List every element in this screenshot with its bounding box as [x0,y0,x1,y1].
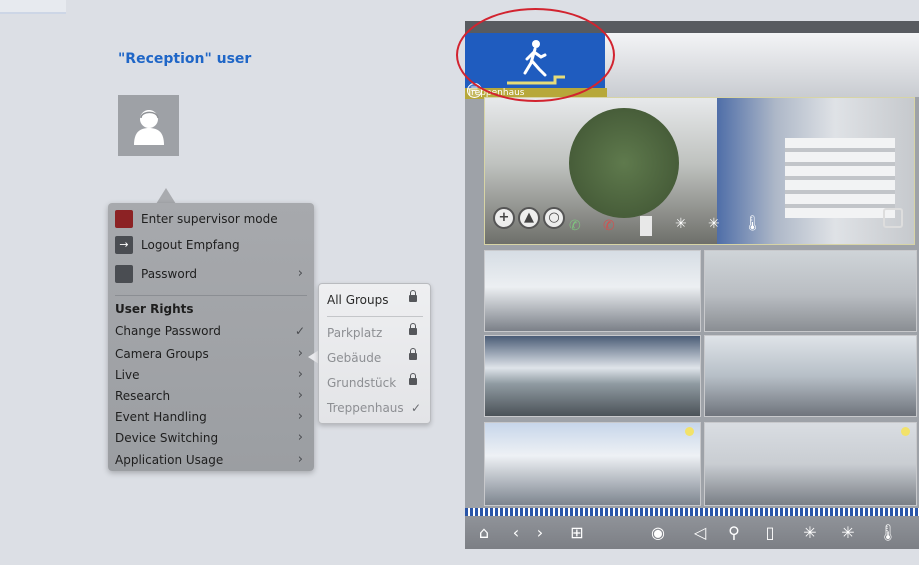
light-icon[interactable]: ✳ [675,216,687,232]
menu-item-label: Event Handling [115,410,207,424]
submenu-item-label: Gebäude [327,351,382,365]
camera-dome-icon[interactable]: ◉ [645,516,671,549]
submenu-item-label: Parkplatz [327,326,383,340]
submenu-item-parkplatz[interactable]: Parkplatz [327,323,423,342]
door-icon[interactable]: ▯ [759,516,781,549]
fullscreen-icon[interactable] [883,208,903,228]
submenu-item-gebaeude[interactable]: Gebäude [327,348,423,367]
submenu-item-label: All Groups [327,293,389,307]
submenu-item-all-groups[interactable]: All Groups [327,290,423,309]
home-icon[interactable]: ⌂ [471,516,497,549]
menu-item-camera-groups[interactable]: Camera Groups › [115,344,307,364]
camera-view-1[interactable] [484,250,701,332]
chevron-right-icon: › [297,367,303,382]
phone-accept-icon[interactable]: ✆ [569,218,581,234]
event-indicator [901,427,910,436]
chevron-right-icon: › [297,388,303,403]
timeline-bar[interactable] [465,508,919,516]
logout-icon: → [115,236,133,254]
camera-toolbar: ⌂ ‹ › ⊞ ◉ ◁ ⚲ ▯ ✳ ✳ 🌡 [465,516,919,549]
forward-icon[interactable]: › [531,516,549,549]
record-icon[interactable]: ○ [543,207,565,229]
menu-item-supervisor[interactable]: Enter supervisor mode [115,209,307,229]
speaker-icon[interactable]: ◁ [689,516,711,549]
thermometer-icon[interactable]: 🌡 [743,214,762,232]
light-off-icon[interactable]: ✳ [837,516,859,549]
chevron-right-icon: › [297,346,303,361]
checkmark-icon: ✓ [294,324,305,338]
submenu-divider [327,316,423,317]
menu-item-label: Live [115,368,140,382]
window-tab [0,0,66,14]
menu-item-logout[interactable]: → Logout Empfang [115,235,307,255]
lock-icon [115,265,133,283]
menu-item-event-handling[interactable]: Event Handling › [115,407,307,427]
thermometer-icon[interactable]: 🌡 [877,516,899,549]
camera-view-6[interactable] [704,422,917,506]
camera-view-2[interactable] [704,250,917,332]
submenu-item-label: Treppenhaus [327,401,404,415]
supervisor-icon [115,210,133,228]
user-silhouette-icon [134,110,164,145]
camera-view-4[interactable] [704,335,917,417]
phone-hangup-icon[interactable]: ✆ [603,218,615,234]
chevron-right-icon: › [297,409,303,424]
menu-item-label: Password [141,267,198,281]
lock-icon [409,348,417,360]
section-user-rights: User Rights [115,299,307,319]
event-indicator [685,427,694,436]
menu-item-device-switching[interactable]: Device Switching › [115,428,307,448]
menu-item-label: Camera Groups [115,347,209,361]
chevron-right-icon: › [297,452,303,467]
menu-item-label: Device Switching [115,431,219,445]
section-title: User Rights [115,302,194,316]
submenu-item-grundstueck[interactable]: Grundstück [327,373,423,392]
lock-icon [409,290,417,302]
checkmark-icon: ✓ [410,401,421,415]
menu-item-change-password[interactable]: Change Password ✓ [115,321,307,341]
menu-item-live[interactable]: Live › [115,365,307,385]
menu-item-label: Research [115,389,171,403]
menu-item-application-usage[interactable]: Application Usage › [115,450,307,470]
menu-item-label: Logout Empfang [141,238,240,252]
camera-groups-submenu: All Groups Parkplatz Gebäude Grundstück … [318,283,431,424]
user-title: "Reception" user [118,51,252,67]
microphone-icon[interactable]: ⚲ [723,516,745,549]
chevron-right-icon: › [297,430,303,445]
light-off-icon[interactable]: ✳ [708,216,720,232]
ptz-icon[interactable]: ▲ [518,207,540,229]
camera-view-5[interactable] [484,422,701,506]
chevron-right-icon: › [297,266,303,281]
submenu-item-treppenhaus[interactable]: Treppenhaus ✓ [327,399,423,417]
menu-pointer [156,188,176,204]
menu-item-label: Enter supervisor mode [141,212,278,226]
layout-icon[interactable]: ⊞ [565,516,589,549]
camera-view-3[interactable] [484,335,701,417]
lock-icon [409,323,417,335]
back-icon[interactable]: ‹ [507,516,525,549]
menu-item-label: Change Password [115,324,221,338]
user-avatar[interactable] [118,95,179,156]
submenu-item-label: Grundstück [327,376,397,390]
lock-icon [409,373,417,385]
light-icon[interactable]: ✳ [799,516,821,549]
menu-item-password[interactable]: Password › [115,264,307,284]
door-icon[interactable] [640,216,652,236]
menu-item-research[interactable]: Research › [115,386,307,406]
main-camera-view[interactable]: + ▲ ○ ✆ ✆ ✳ ✳ 🌡 [484,97,915,245]
user-menu: Enter supervisor mode → Logout Empfang P… [108,203,314,471]
menu-item-label: Application Usage [115,453,224,467]
menu-divider [115,295,307,296]
zoom-in-icon[interactable]: + [493,207,515,229]
highlight-circle [456,8,615,102]
